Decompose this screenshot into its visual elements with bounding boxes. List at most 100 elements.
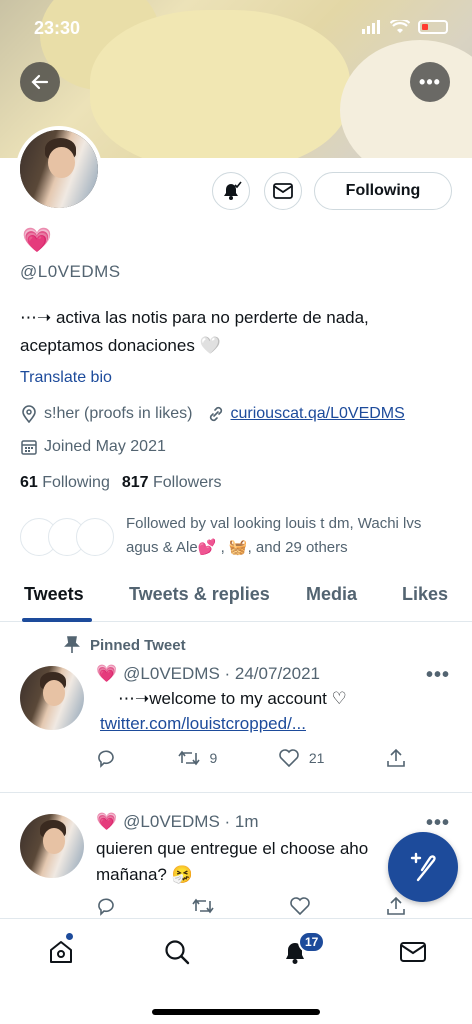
nav-search[interactable]: [160, 935, 194, 969]
tweet-text: quieren que entregue el choose aho mañan…: [96, 836, 396, 888]
tab-tweets[interactable]: Tweets: [24, 584, 84, 605]
tweet-link[interactable]: twitter.com/louistcropped/...: [100, 714, 306, 734]
wifi-icon: [390, 20, 410, 33]
bio-line: ⋯➝ activa las notis para no perderte de …: [20, 308, 369, 327]
retweet-button[interactable]: [192, 896, 214, 916]
more-options-button[interactable]: •••: [410, 62, 450, 102]
following-button[interactable]: Following: [314, 172, 452, 210]
pinned-indicator: Pinned Tweet: [64, 636, 186, 654]
tweet-actions: 9 21: [96, 748, 406, 768]
avatar-image: [20, 666, 84, 730]
follow-counts: 61 Following 817 Followers: [20, 474, 221, 492]
tweet-actions: [96, 896, 406, 916]
home-indicator: [152, 1009, 320, 1015]
tweet-avatar[interactable]: [20, 814, 84, 878]
notifications-toggle-button[interactable]: [212, 172, 250, 210]
reply-button[interactable]: [96, 896, 116, 916]
followed-by-section[interactable]: Followed by val looking louis t dm, Wach…: [20, 512, 460, 560]
profile-handle: @L0VEDMS: [20, 262, 121, 281]
tweet-text: ⋯➝welcome to my account ♡: [118, 689, 347, 708]
profile-avatar[interactable]: [16, 126, 102, 212]
retweet-button[interactable]: 9: [177, 748, 218, 768]
tab-likes[interactable]: Likes: [402, 584, 448, 605]
like-count: 21: [308, 750, 325, 766]
banner-decoration: [340, 40, 472, 158]
avatar-detail: [43, 828, 65, 854]
tweet-more-button[interactable]: •••: [426, 812, 450, 835]
tweet-handle-time: @L0VEDMS · 24/07/2021: [123, 664, 320, 683]
reply-icon: [98, 898, 114, 916]
reply-icon: [98, 750, 114, 768]
search-icon: [165, 940, 190, 965]
tweet-text-line: quieren que entregue el choose aho: [96, 839, 369, 858]
link-icon: [207, 405, 225, 423]
envelope-icon: [273, 183, 293, 199]
follower-avatar: [76, 518, 114, 556]
profile-website-link[interactable]: curiouscat.qa/L0VEDMS: [231, 405, 405, 423]
tweet-avatar[interactable]: [20, 666, 84, 730]
followers-count-link[interactable]: 817 Followers: [122, 474, 222, 492]
calendar-icon: [20, 438, 38, 456]
reply-button[interactable]: [96, 748, 116, 768]
profile-joined-date: Joined May 2021: [44, 438, 166, 455]
following-count: 61: [20, 474, 38, 491]
share-button[interactable]: [386, 896, 406, 916]
retweet-count: 9: [209, 750, 218, 766]
notifications-badge: 17: [298, 931, 326, 953]
followed-by-text: Followed by val looking louis t dm, Wach…: [126, 512, 466, 560]
avatar-detail: [43, 680, 65, 706]
followers-label: Followers: [153, 474, 222, 491]
retweet-icon: [177, 750, 200, 766]
message-button[interactable]: [264, 172, 302, 210]
status-icons: [362, 20, 448, 34]
tweet-author-name[interactable]: 💗: [96, 664, 117, 684]
share-button[interactable]: [386, 748, 406, 768]
profile-joined-row: Joined May 2021: [20, 438, 166, 456]
tweet-divider: [0, 792, 472, 793]
compose-tweet-button[interactable]: [388, 832, 458, 902]
profile-location: s!her (proofs in likes): [44, 405, 193, 422]
display-name: 💗: [22, 227, 52, 254]
arrow-left-icon: [31, 74, 49, 90]
following-label: Following: [42, 474, 110, 491]
tweet-text-line: mañana? 🤧: [96, 865, 193, 884]
tweet-more-button[interactable]: •••: [426, 664, 450, 687]
active-tab-indicator: [22, 618, 92, 622]
following-count-link[interactable]: 61 Following: [20, 474, 110, 492]
heart-icon: [279, 749, 299, 767]
tweet-header: 💗 @L0VEDMS · 24/07/2021: [96, 664, 320, 684]
nav-messages[interactable]: [396, 935, 430, 969]
followed-by-line: Followed by val looking louis t dm, Wach…: [126, 515, 422, 532]
feather-plus-icon: [410, 852, 436, 882]
profile-bio: ⋯➝ activa las notis para no perderte de …: [20, 304, 450, 360]
tab-media[interactable]: Media: [306, 584, 357, 605]
like-button[interactable]: [290, 896, 310, 916]
bio-line: aceptamos donaciones 🤍: [20, 336, 221, 355]
tab-tweets-replies[interactable]: Tweets & replies: [129, 584, 270, 605]
pinned-label: Pinned Tweet: [90, 636, 186, 654]
avatar-detail: [48, 147, 75, 179]
followed-by-line: agus & Ale💕 , 🧺, and 29 others: [126, 539, 348, 556]
avatar-image: [20, 130, 98, 208]
home-icon: [50, 941, 72, 963]
translate-bio-link[interactable]: Translate bio: [20, 369, 112, 387]
pin-icon: [64, 636, 80, 653]
bell-check-icon: [224, 181, 242, 200]
more-icon: •••: [419, 71, 441, 92]
share-icon: [387, 896, 405, 915]
like-button[interactable]: 21: [279, 748, 325, 768]
followers-count: 817: [121, 474, 149, 491]
profile-tabs: Tweets Tweets & replies Media Likes: [0, 578, 472, 622]
share-icon: [387, 748, 405, 767]
back-button[interactable]: [20, 62, 60, 102]
status-time: 23:30: [34, 18, 81, 38]
avatar-image: [20, 814, 84, 878]
tweet-author-name[interactable]: 💗: [96, 812, 117, 832]
home-unread-dot: [66, 933, 73, 940]
nav-home[interactable]: [44, 935, 78, 969]
bottom-navigation: 17: [0, 918, 472, 1024]
signal-icon: [362, 20, 380, 34]
profile-meta-row: s!her (proofs in likes) curiouscat.qa/L0…: [20, 405, 405, 423]
envelope-icon: [400, 942, 426, 962]
status-bar: 23:30: [0, 0, 472, 52]
